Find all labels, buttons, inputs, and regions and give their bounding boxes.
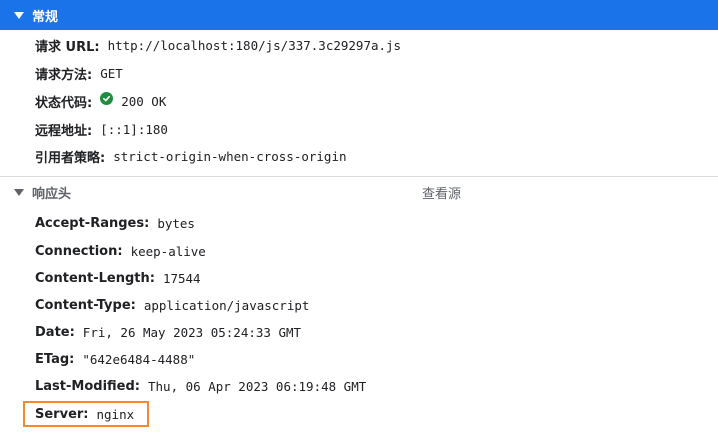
header-row-content-type: Content-Type: application/javascript: [35, 296, 309, 314]
header-row-accept-ranges: Accept-Ranges: bytes: [35, 214, 195, 232]
request-method-value: GET: [100, 65, 123, 81]
header-row-content-length: Content-Length: 17544: [35, 269, 201, 287]
request-method-key: 请求方法:: [35, 67, 93, 83]
status-code-key: 状态代码:: [35, 95, 93, 111]
header-value: 17544: [162, 270, 201, 286]
remote-address-row: 远程地址: [::1]:180: [35, 120, 168, 139]
status-code-value: 200 OK: [121, 93, 167, 109]
request-url-value: http://localhost:180/js/337.3c29297a.js: [107, 37, 402, 53]
header-row-connection: Connection: keep-alive: [35, 242, 206, 260]
view-source-link[interactable]: 查看源: [422, 183, 461, 202]
request-url-row: 请求 URL: http://localhost:180/js/337.3c29…: [35, 36, 402, 55]
header-key: Content-Length:: [35, 270, 155, 286]
server-highlight-box: [23, 401, 149, 427]
status-code-row: 状态代码: 200 OK: [35, 91, 167, 111]
header-key: Accept-Ranges:: [35, 215, 150, 231]
header-key: Content-Type:: [35, 297, 136, 313]
response-headers-section-header[interactable]: 响应头: [0, 180, 718, 204]
remote-address-key: 远程地址:: [35, 123, 93, 139]
request-method-row: 请求方法: GET: [35, 64, 123, 83]
header-key: Last-Modified:: [35, 378, 140, 394]
general-section-header[interactable]: 常规: [0, 0, 718, 30]
remote-address-value: [::1]:180: [100, 121, 168, 137]
header-value: application/javascript: [143, 297, 310, 313]
referrer-policy-value: strict-origin-when-cross-origin: [113, 148, 347, 164]
header-value: bytes: [157, 215, 195, 231]
header-key: Date:: [35, 324, 75, 340]
request-url-key: 请求 URL:: [35, 39, 100, 55]
header-row-etag: ETag: "642e6484-4488": [35, 350, 195, 368]
referrer-policy-key: 引用者策略:: [35, 150, 106, 166]
header-value: keep-alive: [130, 243, 206, 259]
header-value: "642e6484-4488": [82, 351, 196, 367]
header-key: Connection:: [35, 243, 123, 259]
response-headers-title: 响应头: [32, 186, 72, 202]
header-value: Fri, 26 May 2023 05:24:33 GMT: [82, 324, 302, 340]
triangle-down-icon: [14, 11, 24, 19]
referrer-policy-row: 引用者策略: strict-origin-when-cross-origin: [35, 147, 347, 166]
header-key: ETag:: [35, 351, 75, 367]
section-divider: [0, 176, 718, 177]
header-row-last-modified: Last-Modified: Thu, 06 Apr 2023 06:19:48…: [35, 377, 366, 395]
check-circle-icon: [100, 91, 114, 105]
triangle-down-icon: [14, 188, 24, 196]
header-value: Thu, 06 Apr 2023 06:19:48 GMT: [148, 378, 367, 394]
header-row-date: Date: Fri, 26 May 2023 05:24:33 GMT: [35, 323, 301, 341]
general-section-title: 常规: [32, 9, 59, 25]
